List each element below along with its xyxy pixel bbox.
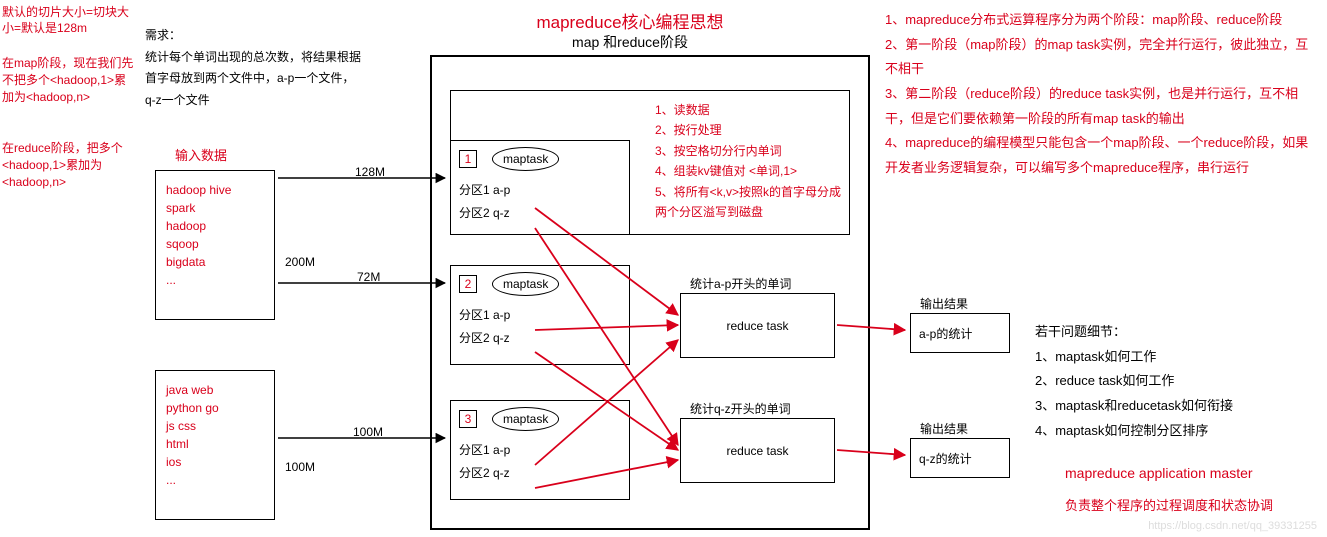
sub-title: map 和reduce阶段 — [500, 32, 760, 52]
note-split-size: 默认的切片大小=切块大小=默认是128m — [2, 5, 137, 36]
questions-title: 若干问题细节： — [1035, 320, 1315, 345]
partition-2: 分区2 q-z — [459, 329, 621, 346]
maptask-2-box: 2 maptask 分区1 a-p 分区2 q-z — [450, 265, 630, 365]
list-item: spark — [166, 201, 264, 215]
watermark: https://blog.csdn.net/qq_39331255 — [1148, 520, 1317, 532]
output-heading-2: 输出结果 — [920, 420, 968, 437]
input-data-label: 输入数据 — [175, 145, 227, 164]
maptask-label: maptask — [492, 407, 559, 431]
reduce-task-label: reduce task — [726, 444, 788, 458]
note-reduce-phase: 在reduce阶段，把多个<hadoop,1>累加为<hadoop,n> — [2, 140, 137, 190]
maptask-label: maptask — [492, 147, 559, 171]
list-item: hadoop hive — [166, 183, 264, 197]
step-item: 1、读数据 — [655, 100, 845, 120]
list-item: sqoop — [166, 237, 264, 251]
reduce-heading-1: 统计a-p开头的单词 — [690, 275, 791, 292]
map-steps: 1、读数据 2、按行处理 3、按空格切分行内单词 4、组装kv键值对 <单词,1… — [655, 100, 845, 222]
size-128m: 128M — [355, 165, 385, 179]
note-map-phase: 在map阶段，现在我们先不把多个<hadoop,1>累加为<hadoop,n> — [2, 55, 137, 105]
step-item: 2、按行处理 — [655, 120, 845, 140]
maptask-number-2: 2 — [459, 275, 477, 293]
size-100m-a: 100M — [353, 425, 383, 439]
requirement-block: 需求： 统计每个单词出现的总次数，将结果根据 首字母放到两个文件中，a-p一个文… — [145, 25, 405, 111]
partition-1: 分区1 a-p — [459, 306, 621, 323]
size-72m: 72M — [357, 270, 380, 284]
req-line-1: 统计每个单词出现的总次数，将结果根据 — [145, 47, 405, 69]
maptask-number-1: 1 — [459, 150, 477, 168]
step-item: 5、将所有<k,v>按照k的首字母分成两个分区溢写到磁盘 — [655, 182, 845, 223]
output-value: a-p的统计 — [919, 325, 972, 342]
reduce-task-2: reduce task — [680, 418, 835, 483]
note-item: 2、第一阶段（map阶段）的map task实例，完全并行运行，彼此独立，互不相… — [885, 33, 1320, 82]
note-item: 1、mapreduce分布式运算程序分为两个阶段：map阶段、reduce阶段 — [885, 8, 1320, 33]
list-item: hadoop — [166, 219, 264, 233]
question-item: 1、maptask如何工作 — [1035, 345, 1315, 370]
maptask-label: maptask — [492, 272, 559, 296]
partition-1: 分区1 a-p — [459, 441, 621, 458]
questions-block: 若干问题细节： 1、maptask如何工作 2、reduce task如何工作 … — [1035, 320, 1315, 443]
input-file-2: java web python go js css html ios ... — [155, 370, 275, 520]
note-item: 4、mapreduce的编程模型只能包含一个map阶段、一个reduce阶段，如… — [885, 131, 1320, 180]
maptask-number-3: 3 — [459, 410, 477, 428]
question-item: 4、maptask如何控制分区排序 — [1035, 419, 1315, 444]
reduce-task-1: reduce task — [680, 293, 835, 358]
list-item: ... — [166, 473, 264, 487]
list-item: python go — [166, 401, 264, 415]
list-item: ... — [166, 273, 264, 287]
maptask-3-box: 3 maptask 分区1 a-p 分区2 q-z — [450, 400, 630, 500]
right-notes: 1、mapreduce分布式运算程序分为两个阶段：map阶段、reduce阶段 … — [885, 8, 1320, 181]
list-item: ios — [166, 455, 264, 469]
list-item: bigdata — [166, 255, 264, 269]
maptask-1-box: 1 maptask 分区1 a-p 分区2 q-z — [450, 140, 630, 235]
output-value: q-z的统计 — [919, 450, 972, 467]
size-100m-b: 100M — [285, 460, 315, 474]
input-file-1: hadoop hive spark hadoop sqoop bigdata .… — [155, 170, 275, 320]
req-line-2: 首字母放到两个文件中，a-p一个文件， — [145, 68, 405, 90]
note-item: 3、第二阶段（reduce阶段）的reduce task实例，也是并行运行，互不… — [885, 82, 1320, 131]
question-item: 3、maptask和reducetask如何衔接 — [1035, 394, 1315, 419]
step-item: 3、按空格切分行内单词 — [655, 141, 845, 161]
app-master-desc: 负责整个程序的过程调度和状态协调 — [1065, 495, 1273, 514]
output-heading-1: 输出结果 — [920, 295, 968, 312]
step-item: 4、组装kv键值对 <单词,1> — [655, 161, 845, 181]
list-item: html — [166, 437, 264, 451]
req-line-3: q-z一个文件 — [145, 90, 405, 112]
output-box-1: a-p的统计 — [910, 313, 1010, 353]
list-item: java web — [166, 383, 264, 397]
main-title: mapreduce核心编程思想 — [500, 8, 760, 33]
partition-1: 分区1 a-p — [459, 181, 621, 198]
output-box-2: q-z的统计 — [910, 438, 1010, 478]
size-200m: 200M — [285, 255, 315, 269]
question-item: 2、reduce task如何工作 — [1035, 369, 1315, 394]
app-master-title: mapreduce application master — [1065, 465, 1253, 481]
partition-2: 分区2 q-z — [459, 204, 621, 221]
list-item: js css — [166, 419, 264, 433]
reduce-task-label: reduce task — [726, 319, 788, 333]
req-heading: 需求： — [145, 25, 405, 47]
reduce-heading-2: 统计q-z开头的单词 — [690, 400, 791, 417]
partition-2: 分区2 q-z — [459, 464, 621, 481]
